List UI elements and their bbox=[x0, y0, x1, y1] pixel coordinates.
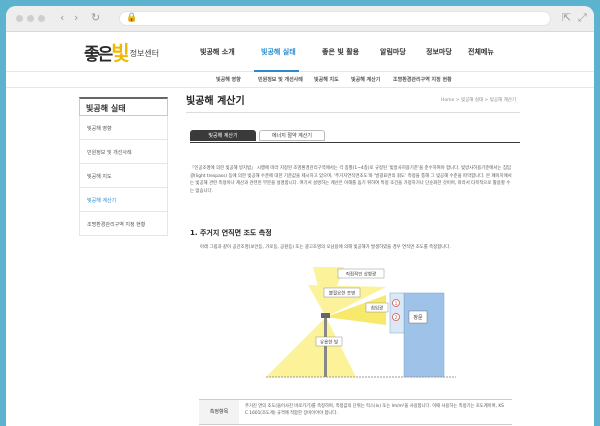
chevron-right-icon[interactable]: › bbox=[74, 11, 78, 25]
subnav-item[interactable]: 민원정보 및 개선사례 bbox=[258, 76, 303, 83]
sidebar-item[interactable]: 민원정보 및 개선사례 bbox=[79, 140, 168, 164]
label-upward-light: 직접적인 상향광 bbox=[346, 271, 376, 278]
window-label: 창문 bbox=[413, 314, 423, 321]
gnb-item[interactable]: 알림마당 bbox=[380, 47, 406, 57]
tab-underline bbox=[190, 142, 520, 143]
address-bar[interactable]: 🔒 bbox=[119, 11, 551, 26]
table-cell: 주거진 면의 조도(들어사진 바로가기)를 측정하며, 측정값의 단위는 럭스(… bbox=[245, 404, 504, 416]
sub-nav: 빛공해 영향 민원정보 및 개선사례 빛공해 지도 빛공해 계산기 조명환경관리… bbox=[6, 72, 594, 88]
share-icon[interactable]: ⇱ bbox=[562, 11, 571, 24]
chevron-left-icon[interactable]: ‹ bbox=[60, 11, 64, 25]
browser-window: ‹ › ↻ 🔒 ⇱ ⤢ 좋은빛 정보센터 빛공해 소개 빛공해 실태 좋은 빛 활… bbox=[6, 6, 594, 426]
subnav-item[interactable]: 빛공해 계산기 bbox=[351, 76, 380, 83]
section-title: 1. 주거지 연직면 조도 측정 bbox=[190, 229, 272, 237]
measurement-table: 측정항목 주거진 면의 조도(들어사진 바로가기)를 측정하며, 측정값의 단위… bbox=[199, 399, 512, 425]
site-logo[interactable]: 좋은빛 정보센터 bbox=[84, 37, 159, 67]
main-content: 빛공해 계산기 Home > 빛공해 실태 > 빛공해 계산기 빛공해 계산기 … bbox=[186, 92, 520, 425]
gnb-item[interactable]: 전체메뉴 bbox=[468, 47, 494, 57]
gnb-item[interactable]: 정보마당 bbox=[426, 47, 452, 57]
logo-text: 좋은 bbox=[84, 45, 113, 65]
subnav-item[interactable]: 빛공해 지도 bbox=[314, 76, 339, 83]
sidebar-item[interactable]: 빛공해 영향 bbox=[79, 116, 168, 140]
subnav-item[interactable]: 빛공해 영향 bbox=[216, 76, 241, 83]
sidebar-item[interactable]: 빛공해 지도 bbox=[79, 164, 168, 188]
logo-accent: 빛 bbox=[111, 41, 129, 65]
light-trespass-diagram: 창문 직접적인 상향광 불필요한 조명 침입광 유용한 빛 1 2 bbox=[266, 267, 456, 378]
label-useful-light: 유용한 빛 bbox=[320, 339, 338, 346]
gnb-item[interactable]: 빛공해 소개 bbox=[200, 47, 235, 57]
lock-icon: 🔒 bbox=[126, 13, 138, 23]
expand-icon[interactable]: ⤢ bbox=[578, 11, 587, 25]
window-panel bbox=[389, 292, 405, 334]
tab-light-pollution[interactable]: 빛공해 계산기 bbox=[190, 130, 256, 141]
window-control-dot[interactable] bbox=[27, 15, 34, 22]
sidebar-title: 빛공해 실태 bbox=[79, 97, 168, 116]
intro-text: 『인공조명에 의한 빛공해 방지법』 시행에 따라 지정된 조명환경관리구역에서… bbox=[190, 166, 512, 194]
gnb-item[interactable]: 좋은 빛 활용 bbox=[322, 47, 359, 57]
window-control-dot[interactable] bbox=[38, 15, 45, 22]
street-lamp-head bbox=[321, 313, 330, 318]
building bbox=[403, 292, 445, 378]
gnb-item-active[interactable]: 빛공해 실태 bbox=[261, 47, 296, 57]
tab-energy-saving[interactable]: 에너지 절약 계산기 bbox=[259, 130, 325, 141]
label-trespass-light: 침입광 bbox=[371, 305, 383, 312]
subnav-item[interactable]: 조명환경관리구역 지정 현황 bbox=[393, 76, 452, 83]
useful-light-beam bbox=[266, 317, 356, 377]
divider bbox=[186, 112, 520, 113]
label-unnecessary-light: 불필요한 조명 bbox=[329, 290, 355, 297]
sidebar-item-active[interactable]: 빛공해 계산기 bbox=[79, 188, 168, 212]
window-control-dot[interactable] bbox=[16, 15, 23, 22]
reload-icon[interactable]: ↻ bbox=[91, 11, 100, 25]
measure-point-1-label: 1 bbox=[395, 301, 398, 307]
section-description: 아래 그림과 같이 공간조명(보안등, 가로등, 공원등) 또는 광고조명의 오… bbox=[200, 245, 451, 250]
sidebar-item[interactable]: 조명환경관리구역 지정 현황 bbox=[79, 212, 168, 236]
site-header: 좋은빛 정보센터 빛공해 소개 빛공해 실태 좋은 빛 활용 알림마당 정보마당 … bbox=[6, 32, 594, 72]
table-header: 측정항목 bbox=[199, 400, 239, 424]
logo-subtitle: 정보센터 bbox=[129, 49, 160, 58]
breadcrumb: Home > 빛공해 실태 > 빛공해 계산기 bbox=[441, 98, 516, 103]
measure-point-2-label: 2 bbox=[395, 315, 398, 321]
sidebar: 빛공해 실태 빛공해 영향 민원정보 및 개선사례 빛공해 지도 빛공해 계산기… bbox=[79, 97, 168, 236]
browser-toolbar: ‹ › ↻ 🔒 ⇱ ⤢ bbox=[6, 6, 594, 32]
